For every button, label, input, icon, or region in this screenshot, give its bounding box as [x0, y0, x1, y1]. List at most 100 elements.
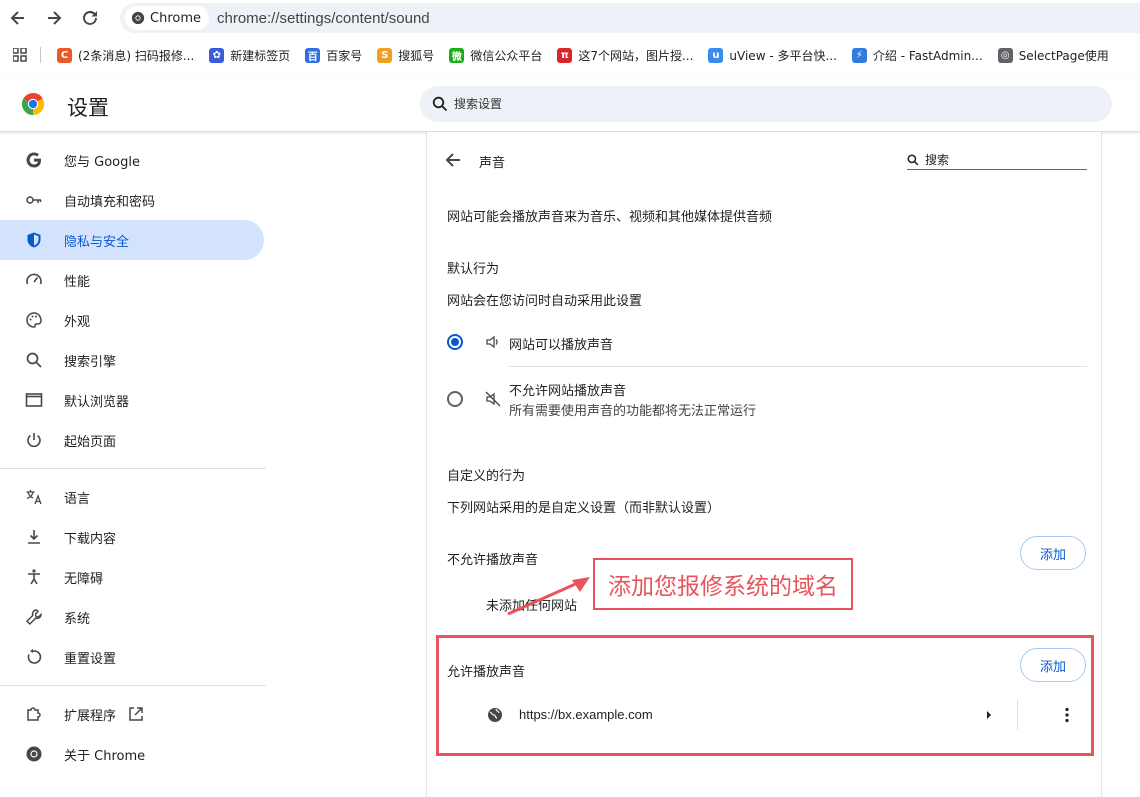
back-arrow-icon[interactable] — [443, 150, 463, 170]
sidebar-item-label: 无障碍 — [64, 571, 104, 587]
bookmark-label: 介绍 - FastAdmin... — [872, 48, 983, 63]
sidebar-item-extension[interactable]: 扩展程序 — [0, 694, 264, 734]
reload-button[interactable] — [72, 0, 108, 36]
site-info-chip[interactable]: Chrome — [125, 6, 209, 30]
sidebar-item-label: 自动填充和密码 — [64, 194, 156, 210]
settings-search-input[interactable] — [454, 97, 1054, 111]
chrome-logo-icon — [21, 93, 45, 115]
bookmark-label: (2条消息) 扫码报修... — [78, 48, 195, 63]
bookmark-label: SelectPage使用 — [1018, 48, 1109, 63]
page-title: 设置 — [67, 96, 109, 120]
bookmark-favicon-icon: S — [377, 47, 393, 63]
omnibox[interactable]: Chrome chrome://settings/content/sound — [120, 3, 1140, 33]
bookmarks-separator — [40, 47, 41, 63]
sidebar-item-palette[interactable]: 外观 — [0, 300, 264, 340]
sidebar-item-label: 默认浏览器 — [64, 394, 130, 410]
sidebar-item-browser-window[interactable]: 默认浏览器 — [0, 380, 264, 420]
bookmark-favicon-icon: ⚡ — [851, 47, 867, 63]
key-icon — [24, 190, 44, 210]
option-block-sound[interactable]: 不允许网站播放声音 所有需要使用声音的功能都将无法正常运行 — [447, 380, 1087, 420]
option-block-label: 不允许网站播放声音 — [509, 384, 627, 399]
bookmark-item[interactable]: 百百家号 — [299, 47, 371, 64]
bookmark-favicon-icon: 微 — [449, 47, 465, 63]
bookmark-favicon-icon: u — [708, 47, 724, 63]
subpage-search-input[interactable] — [925, 152, 1075, 167]
bookmark-label: 百家号 — [326, 48, 363, 63]
forward-button[interactable] — [36, 0, 72, 36]
search-icon — [24, 350, 44, 370]
google-icon — [24, 150, 44, 170]
arrow-right-icon — [48, 11, 62, 25]
arrow-left-icon — [10, 11, 24, 25]
blocked-heading: 不允许播放声音 — [447, 553, 539, 568]
sidebar-item-download[interactable]: 下载内容 — [0, 517, 264, 557]
sidebar-item-wrench[interactable]: 系统 — [0, 597, 264, 637]
option-divider — [509, 366, 1087, 367]
default-behavior-heading: 默认行为 — [447, 262, 500, 277]
sidebar-item-label: 扩展程序 — [64, 708, 117, 724]
apps-button[interactable] — [0, 48, 40, 62]
power-icon — [24, 430, 44, 450]
sidebar-item-google[interactable]: 您与 Google — [0, 140, 264, 180]
sidebar-item-shield[interactable]: 隐私与安全 — [0, 220, 264, 260]
download-icon — [24, 527, 44, 547]
bookmark-favicon-icon: ◎ — [997, 47, 1013, 63]
sidebar-item-label: 起始页面 — [64, 434, 117, 450]
shield-icon — [24, 230, 44, 250]
browser-window-icon — [24, 390, 44, 410]
annotation-arrow-icon — [507, 577, 590, 616]
bookmark-item[interactable]: ◎ SelectPage使用 — [992, 47, 1118, 64]
sidebar-item-label: 系统 — [64, 611, 91, 627]
bookmark-favicon-icon: C — [57, 47, 72, 63]
browser-toolbar: Chrome chrome://settings/content/sound — [0, 0, 1140, 36]
sidebar-item-label: 搜索引擎 — [64, 354, 117, 370]
sidebar-item-chrome[interactable]: 关于 Chrome — [0, 734, 264, 774]
sidebar-item-translate[interactable]: 语言 — [0, 477, 264, 517]
option-allow-sound[interactable]: 网站可以播放声音 — [447, 332, 1087, 353]
sidebar-item-accessibility[interactable]: 无障碍 — [0, 557, 264, 597]
bookmark-favicon-icon: 百 — [305, 47, 321, 63]
sidebar-item-label: 隐私与安全 — [64, 234, 130, 250]
wrench-icon — [24, 607, 44, 627]
bookmark-label: 新建标签页 — [230, 48, 291, 63]
bookmark-label: 微信公众平台 — [470, 48, 543, 63]
chip-label: Chrome — [150, 10, 201, 26]
sidebar-item-reset[interactable]: 重置设置 — [0, 637, 264, 677]
subpage-header: 声音 — [427, 142, 1103, 178]
open-external-icon — [128, 706, 144, 722]
sidebar-item-label: 下载内容 — [64, 531, 117, 547]
chrome-icon — [24, 744, 44, 764]
sidebar-item-label: 重置设置 — [64, 651, 117, 667]
volume-icon — [486, 335, 498, 349]
extension-icon — [24, 704, 44, 724]
custom-behavior-sub: 下列网站采用的是自定义设置（而非默认设置） — [447, 501, 721, 516]
bookmark-item[interactable]: S 搜狐号 — [371, 47, 443, 64]
bookmark-item[interactable]: C (2条消息) 扫码报修... — [51, 47, 203, 64]
bookmark-item[interactable]: ⚡ 介绍 - FastAdmin... — [846, 47, 992, 64]
sidebar-item-search[interactable]: 搜索引擎 — [0, 340, 264, 380]
option-block-sub: 所有需要使用声音的功能都将无法正常运行 — [509, 404, 757, 419]
bookmark-item[interactable]: π 这7个网站，图片授... — [551, 47, 702, 64]
sidebar-item-key[interactable]: 自动填充和密码 — [0, 180, 264, 220]
sidebar-item-power[interactable]: 起始页面 — [0, 420, 264, 460]
bookmark-label: uView - 多平台快... — [729, 48, 837, 63]
bookmark-item[interactable]: 微微信公众平台 — [443, 47, 551, 64]
sidebar: 您与 Google 自动填充和密码 隐私与安全性能外观搜索引擎默认浏览器起始页面 语… — [0, 140, 268, 774]
subpage-search[interactable] — [907, 150, 1087, 170]
address-url[interactable]: chrome://settings/content/sound — [217, 10, 430, 27]
sidebar-item-label: 语言 — [64, 491, 91, 507]
custom-behavior-heading: 自定义的行为 — [447, 469, 526, 484]
bookmarks-list: C (2条消息) 扫码报修... ✿ 新建标签页百百家号 S 搜狐号微微信公众平台 π 这7个… — [51, 47, 1118, 64]
back-button[interactable] — [0, 0, 36, 36]
radio-allow[interactable] — [447, 334, 463, 350]
speedometer-icon — [24, 270, 44, 290]
settings-header: 设置 — [0, 76, 1140, 132]
bookmark-label: 搜狐号 — [398, 48, 435, 63]
bookmark-item[interactable]: u uView - 多平台快... — [702, 47, 846, 64]
settings-search[interactable] — [420, 86, 1112, 122]
bookmark-item[interactable]: ✿ 新建标签页 — [203, 47, 299, 64]
sidebar-item-speedometer[interactable]: 性能 — [0, 260, 264, 300]
add-blocked-button[interactable]: 添加 — [1020, 536, 1086, 570]
radio-block[interactable] — [447, 391, 463, 407]
sidebar-item-label: 性能 — [64, 274, 91, 290]
